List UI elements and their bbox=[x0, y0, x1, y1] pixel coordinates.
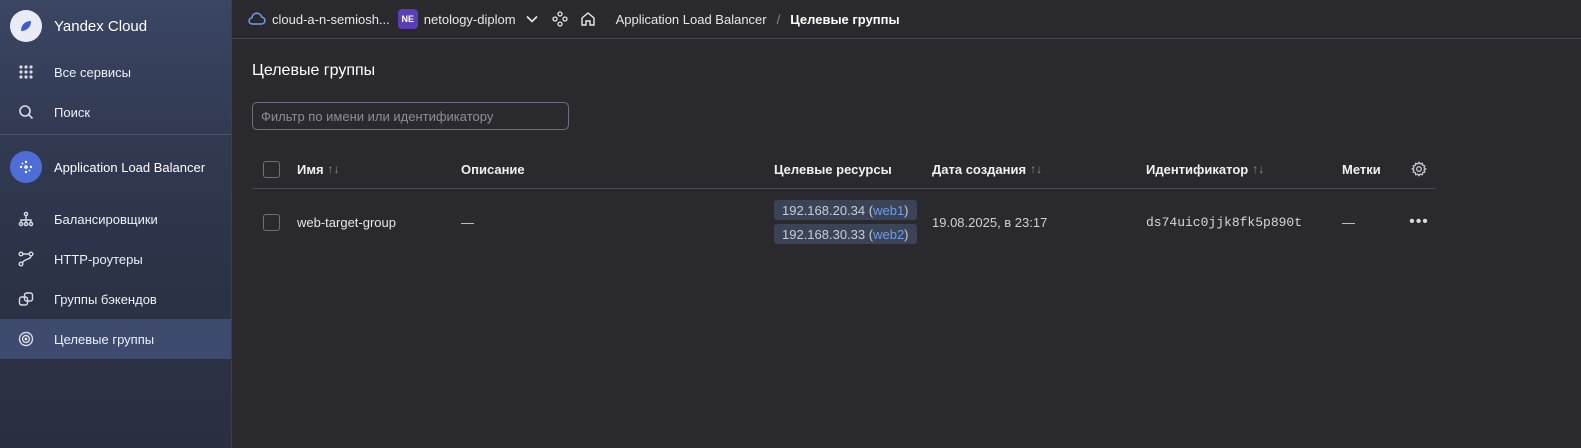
sort-icon: ↑↓ bbox=[1252, 162, 1265, 176]
folder-badge: NE bbox=[397, 9, 418, 29]
column-id[interactable]: Идентификатор ↑↓ bbox=[1146, 162, 1342, 177]
row-resources: 192.168.20.34 (web1) 192.168.30.33 (web2… bbox=[774, 200, 932, 244]
services-map-button[interactable] bbox=[551, 11, 568, 27]
table-row[interactable]: web-target-group — 192.168.20.34 (web1) … bbox=[252, 189, 1436, 255]
sidebar-item-label: Группы бэкендов bbox=[54, 291, 157, 307]
balancer-icon bbox=[17, 210, 35, 228]
row-created: 19.08.2025, в 23:17 bbox=[932, 214, 1048, 230]
sidebar-item-backend-groups[interactable]: Группы бэкендов bbox=[0, 279, 231, 319]
folder-name: netology-diplom bbox=[423, 11, 516, 27]
top-bar: cloud-a-n-semiosh... NE netology-diplom … bbox=[232, 0, 1581, 39]
sidebar-item-label: Поиск bbox=[54, 104, 91, 120]
row-description: — bbox=[461, 214, 474, 230]
search-icon bbox=[17, 103, 35, 121]
backend-groups-icon bbox=[17, 290, 35, 308]
column-resources: Целевые ресурсы bbox=[774, 161, 892, 177]
resource-tag: 192.168.30.33 (web2) bbox=[774, 224, 917, 244]
sidebar-item-all-services[interactable]: Все сервисы bbox=[0, 52, 231, 92]
sort-icon: ↑↓ bbox=[327, 162, 340, 176]
sidebar-item-target-groups[interactable]: Целевые группы bbox=[0, 319, 231, 359]
brand-name: Yandex Cloud bbox=[54, 17, 148, 35]
gear-icon bbox=[1411, 161, 1427, 177]
sidebar-item-search[interactable]: Поиск bbox=[0, 92, 231, 132]
alb-icon bbox=[10, 151, 42, 183]
row-checkbox[interactable] bbox=[263, 213, 280, 231]
grid-icon bbox=[17, 63, 35, 81]
resource-link[interactable]: web2 bbox=[873, 227, 904, 242]
sidebar-item-label: Целевые группы bbox=[54, 331, 155, 347]
row-id: ds74uic0jjk8fk5p890t bbox=[1146, 214, 1303, 230]
column-tags: Метки bbox=[1342, 161, 1381, 177]
home-icon bbox=[580, 12, 595, 26]
sidebar-top: Yandex Cloud Все сервисы Поиск bbox=[0, 0, 231, 135]
column-created[interactable]: Дата создания ↑↓ bbox=[932, 162, 1146, 177]
cloud-selector[interactable]: cloud-a-n-semiosh... bbox=[248, 12, 390, 27]
column-description: Описание bbox=[461, 161, 525, 177]
breadcrumb-current: Целевые группы bbox=[790, 11, 900, 27]
service-name: Application Load Balancer bbox=[54, 159, 206, 175]
table-settings-button[interactable] bbox=[1402, 161, 1436, 177]
row-name[interactable]: web-target-group bbox=[297, 215, 461, 230]
folder-selector[interactable]: NE netology-diplom bbox=[397, 9, 538, 29]
filter-input[interactable] bbox=[252, 102, 569, 130]
sidebar: Yandex Cloud Все сервисы Поиск Applicati… bbox=[0, 0, 232, 448]
brand[interactable]: Yandex Cloud bbox=[0, 0, 231, 52]
main-content: Целевые группы Имя ↑↓ Описание Целевые р… bbox=[232, 40, 1581, 448]
sidebar-item-label: Все сервисы bbox=[54, 64, 131, 80]
resource-tag: 192.168.20.34 (web1) bbox=[774, 200, 917, 220]
target-groups-table: Имя ↑↓ Описание Целевые ресурсы Дата соз… bbox=[252, 150, 1436, 255]
resource-link[interactable]: web1 bbox=[873, 203, 904, 218]
table-header: Имя ↑↓ Описание Целевые ресурсы Дата соз… bbox=[252, 150, 1436, 189]
sidebar-item-label: Балансировщики bbox=[54, 211, 158, 227]
breadcrumb-service[interactable]: Application Load Balancer bbox=[616, 12, 767, 27]
router-icon bbox=[17, 250, 35, 268]
sidebar-item-balancers[interactable]: Балансировщики bbox=[0, 199, 231, 239]
breadcrumb-separator: / bbox=[776, 11, 781, 27]
cloud-icon bbox=[248, 12, 266, 25]
target-icon bbox=[17, 330, 35, 348]
sidebar-service-header[interactable]: Application Load Balancer bbox=[0, 135, 231, 199]
sidebar-item-http-routers[interactable]: HTTP-роутеры bbox=[0, 239, 231, 279]
page-title: Целевые группы bbox=[252, 62, 376, 79]
sort-icon: ↑↓ bbox=[1030, 162, 1043, 176]
chevron-down-icon bbox=[525, 15, 538, 23]
home-button[interactable] bbox=[580, 11, 596, 27]
cloud-name: cloud-a-n-semiosh... bbox=[272, 11, 390, 27]
row-tags: — bbox=[1342, 214, 1355, 230]
sidebar-item-label: HTTP-роутеры bbox=[54, 251, 143, 267]
select-all-checkbox[interactable] bbox=[263, 160, 280, 178]
column-name[interactable]: Имя ↑↓ bbox=[297, 162, 461, 177]
more-horizontal-icon: ••• bbox=[1409, 213, 1429, 230]
hub-icon bbox=[551, 11, 568, 27]
yandex-cloud-logo-icon bbox=[10, 10, 42, 42]
row-actions-button[interactable]: ••• bbox=[1402, 213, 1436, 231]
